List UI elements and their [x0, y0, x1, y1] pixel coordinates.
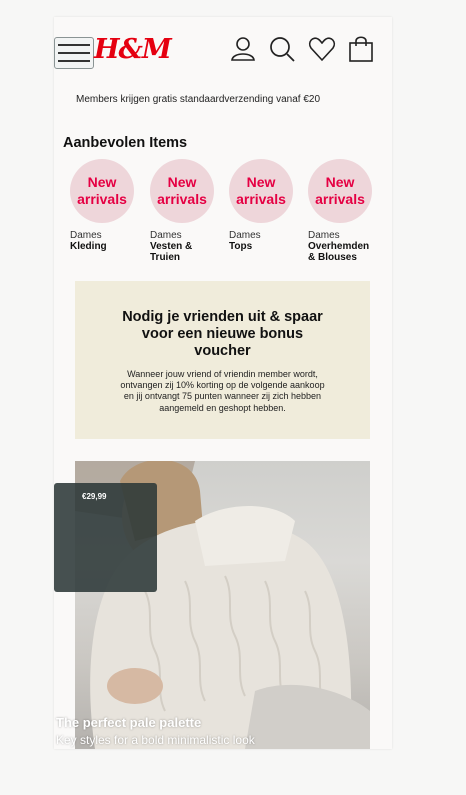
- recommended-item[interactable]: New arrivals Dames Vesten & Truien: [150, 159, 220, 263]
- banner-title: Nodig je vrienden uit & spaar voor een n…: [122, 309, 323, 359]
- banner-body: Wanneer jouw vriend of vriendin member w…: [120, 369, 325, 413]
- new-arrivals-badge: New arrivals: [150, 159, 214, 223]
- item-name: Kleding: [70, 241, 107, 252]
- section-title: Aanbevolen Items: [63, 135, 188, 151]
- new-arrivals-badge: New arrivals: [70, 159, 134, 223]
- product-price: €29,99: [82, 492, 107, 501]
- item-name: Overhemden & Blouses: [308, 241, 370, 263]
- promo-text[interactable]: Members krijgen gratis standaardverzendi…: [76, 94, 320, 105]
- recommended-item[interactable]: New arrivals Dames Overhemden & Blouses: [308, 159, 378, 263]
- new-arrivals-badge: New arrivals: [229, 159, 293, 223]
- account-icon[interactable]: [229, 35, 257, 63]
- shopping-bag-icon[interactable]: [347, 35, 375, 63]
- item-category: Dames: [150, 230, 182, 241]
- logo[interactable]: H&M: [94, 34, 172, 65]
- referral-banner[interactable]: Nodig je vrienden uit & spaar voor een n…: [75, 281, 370, 439]
- heart-icon[interactable]: [308, 35, 336, 63]
- new-arrivals-badge: New arrivals: [308, 159, 372, 223]
- item-name: Vesten & Truien: [150, 241, 193, 263]
- mobile-page: H&M Members krijgen gratis standaardverz…: [54, 17, 392, 749]
- item-name: Tops: [229, 241, 253, 252]
- item-category: Dames: [308, 230, 340, 241]
- hero-subtitle: Key styles for a bold minimalistic look: [56, 733, 255, 747]
- menu-icon[interactable]: [54, 37, 94, 69]
- search-icon[interactable]: [268, 35, 296, 63]
- recommended-item[interactable]: New arrivals Dames Tops: [229, 159, 299, 252]
- product-price-card[interactable]: €29,99: [54, 483, 157, 592]
- recommended-item[interactable]: New arrivals Dames Kleding: [70, 159, 140, 252]
- header: H&M: [54, 17, 392, 87]
- hero-title[interactable]: The perfect pale palette: [56, 715, 201, 730]
- item-category: Dames: [229, 230, 261, 241]
- item-category: Dames: [70, 230, 102, 241]
